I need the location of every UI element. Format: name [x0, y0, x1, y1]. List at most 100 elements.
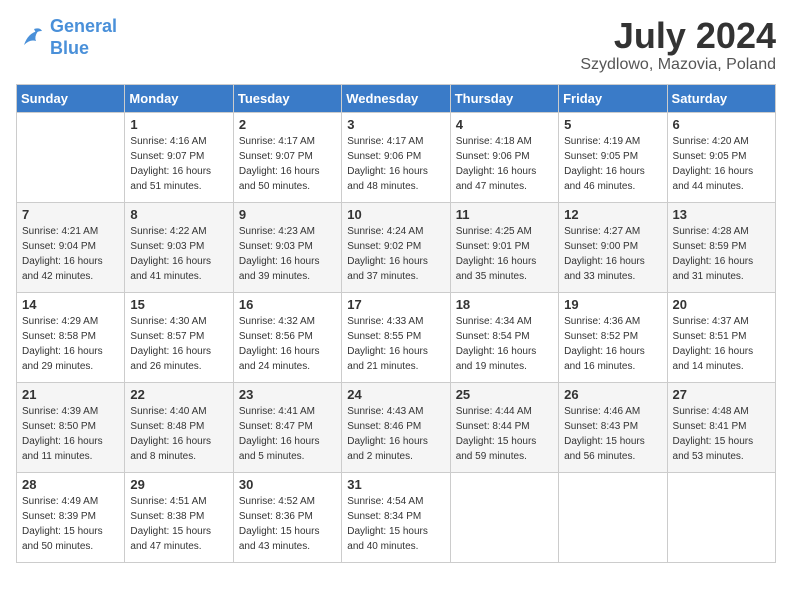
- weekday-header: Friday: [559, 84, 667, 112]
- day-number: 6: [673, 117, 770, 132]
- calendar-cell: 29 Sunrise: 4:51 AMSunset: 8:38 PMDayligh…: [125, 472, 233, 562]
- day-info: Sunrise: 4:36 AMSunset: 8:52 PMDaylight:…: [564, 314, 661, 374]
- day-info: Sunrise: 4:40 AMSunset: 8:48 PMDaylight:…: [130, 404, 227, 464]
- day-number: 21: [22, 387, 119, 402]
- day-number: 11: [456, 207, 553, 222]
- day-info: Sunrise: 4:24 AMSunset: 9:02 PMDaylight:…: [347, 224, 444, 284]
- calendar-body: 1 Sunrise: 4:16 AMSunset: 9:07 PMDaylight…: [17, 112, 776, 562]
- day-number: 10: [347, 207, 444, 222]
- day-number: 24: [347, 387, 444, 402]
- day-info: Sunrise: 4:33 AMSunset: 8:55 PMDaylight:…: [347, 314, 444, 374]
- calendar-cell: 28 Sunrise: 4:49 AMSunset: 8:39 PMDayligh…: [17, 472, 125, 562]
- day-info: Sunrise: 4:41 AMSunset: 8:47 PMDaylight:…: [239, 404, 336, 464]
- calendar-cell: 5 Sunrise: 4:19 AMSunset: 9:05 PMDaylight…: [559, 112, 667, 202]
- day-number: 7: [22, 207, 119, 222]
- logo-text: General Blue: [50, 16, 117, 59]
- day-number: 17: [347, 297, 444, 312]
- calendar-cell: 8 Sunrise: 4:22 AMSunset: 9:03 PMDaylight…: [125, 202, 233, 292]
- day-number: 27: [673, 387, 770, 402]
- day-info: Sunrise: 4:21 AMSunset: 9:04 PMDaylight:…: [22, 224, 119, 284]
- day-info: Sunrise: 4:52 AMSunset: 8:36 PMDaylight:…: [239, 494, 336, 554]
- day-number: 19: [564, 297, 661, 312]
- calendar-cell: [667, 472, 775, 562]
- day-info: Sunrise: 4:19 AMSunset: 9:05 PMDaylight:…: [564, 134, 661, 194]
- calendar-cell: 26 Sunrise: 4:46 AMSunset: 8:43 PMDayligh…: [559, 382, 667, 472]
- day-number: 20: [673, 297, 770, 312]
- calendar-cell: 13 Sunrise: 4:28 AMSunset: 8:59 PMDayligh…: [667, 202, 775, 292]
- calendar-cell: 11 Sunrise: 4:25 AMSunset: 9:01 PMDayligh…: [450, 202, 558, 292]
- day-info: Sunrise: 4:17 AMSunset: 9:07 PMDaylight:…: [239, 134, 336, 194]
- day-number: 9: [239, 207, 336, 222]
- day-number: 23: [239, 387, 336, 402]
- day-number: 18: [456, 297, 553, 312]
- day-number: 29: [130, 477, 227, 492]
- calendar-cell: 18 Sunrise: 4:34 AMSunset: 8:54 PMDayligh…: [450, 292, 558, 382]
- day-info: Sunrise: 4:29 AMSunset: 8:58 PMDaylight:…: [22, 314, 119, 374]
- day-info: Sunrise: 4:27 AMSunset: 9:00 PMDaylight:…: [564, 224, 661, 284]
- month-title: July 2024: [580, 16, 776, 56]
- day-number: 5: [564, 117, 661, 132]
- calendar-cell: 4Sunrise: 4:18 AMSunset: 9:06 PMDaylight…: [450, 112, 558, 202]
- day-info: Sunrise: 4:51 AMSunset: 8:38 PMDaylight:…: [130, 494, 227, 554]
- day-info: Sunrise: 4:34 AMSunset: 8:54 PMDaylight:…: [456, 314, 553, 374]
- calendar-cell: 24 Sunrise: 4:43 AMSunset: 8:46 PMDayligh…: [342, 382, 450, 472]
- calendar-cell: 16 Sunrise: 4:32 AMSunset: 8:56 PMDayligh…: [233, 292, 341, 382]
- day-info: Sunrise: 4:46 AMSunset: 8:43 PMDaylight:…: [564, 404, 661, 464]
- calendar-cell: 20 Sunrise: 4:37 AMSunset: 8:51 PMDayligh…: [667, 292, 775, 382]
- calendar-cell: 19 Sunrise: 4:36 AMSunset: 8:52 PMDayligh…: [559, 292, 667, 382]
- day-number: 30: [239, 477, 336, 492]
- calendar-cell: 6 Sunrise: 4:20 AMSunset: 9:05 PMDaylight…: [667, 112, 775, 202]
- calendar-cell: 22 Sunrise: 4:40 AMSunset: 8:48 PMDayligh…: [125, 382, 233, 472]
- day-number: 1: [130, 117, 227, 132]
- weekday-header: Sunday: [17, 84, 125, 112]
- calendar-cell: 10 Sunrise: 4:24 AMSunset: 9:02 PMDayligh…: [342, 202, 450, 292]
- day-number: 13: [673, 207, 770, 222]
- day-info: Sunrise: 4:54 AMSunset: 8:34 PMDaylight:…: [347, 494, 444, 554]
- day-info: Sunrise: 4:22 AMSunset: 9:03 PMDaylight:…: [130, 224, 227, 284]
- weekday-header: Saturday: [667, 84, 775, 112]
- calendar-cell: 9 Sunrise: 4:23 AMSunset: 9:03 PMDaylight…: [233, 202, 341, 292]
- calendar-cell: 1 Sunrise: 4:16 AMSunset: 9:07 PMDaylight…: [125, 112, 233, 202]
- day-number: 16: [239, 297, 336, 312]
- calendar-cell: [450, 472, 558, 562]
- day-info: Sunrise: 4:20 AMSunset: 9:05 PMDaylight:…: [673, 134, 770, 194]
- day-number: 15: [130, 297, 227, 312]
- calendar-cell: 25Sunrise: 4:44 AMSunset: 8:44 PMDayligh…: [450, 382, 558, 472]
- day-info: Sunrise: 4:18 AMSunset: 9:06 PMDaylight:…: [456, 134, 553, 194]
- day-info: Sunrise: 4:32 AMSunset: 8:56 PMDaylight:…: [239, 314, 336, 374]
- day-info: Sunrise: 4:37 AMSunset: 8:51 PMDaylight:…: [673, 314, 770, 374]
- day-info: Sunrise: 4:16 AMSunset: 9:07 PMDaylight:…: [130, 134, 227, 194]
- day-number: 26: [564, 387, 661, 402]
- calendar-cell: 21Sunrise: 4:39 AMSunset: 8:50 PMDayligh…: [17, 382, 125, 472]
- calendar-cell: 14 Sunrise: 4:29 AMSunset: 8:58 PMDayligh…: [17, 292, 125, 382]
- day-number: 22: [130, 387, 227, 402]
- weekday-header: Thursday: [450, 84, 558, 112]
- logo: General Blue: [16, 16, 117, 59]
- location-title: Szydlowo, Mazovia, Poland: [580, 56, 776, 74]
- title-block: July 2024 Szydlowo, Mazovia, Poland: [580, 16, 776, 74]
- day-info: Sunrise: 4:25 AMSunset: 9:01 PMDaylight:…: [456, 224, 553, 284]
- day-info: Sunrise: 4:28 AMSunset: 8:59 PMDaylight:…: [673, 224, 770, 284]
- day-info: Sunrise: 4:23 AMSunset: 9:03 PMDaylight:…: [239, 224, 336, 284]
- weekday-header: Wednesday: [342, 84, 450, 112]
- day-info: Sunrise: 4:43 AMSunset: 8:46 PMDaylight:…: [347, 404, 444, 464]
- calendar-cell: 27 Sunrise: 4:48 AMSunset: 8:41 PMDayligh…: [667, 382, 775, 472]
- calendar-cell: 3Sunrise: 4:17 AMSunset: 9:06 PMDaylight…: [342, 112, 450, 202]
- day-number: 14: [22, 297, 119, 312]
- day-number: 8: [130, 207, 227, 222]
- calendar-cell: 12 Sunrise: 4:27 AMSunset: 9:00 PMDayligh…: [559, 202, 667, 292]
- calendar-cell: 15Sunrise: 4:30 AMSunset: 8:57 PMDayligh…: [125, 292, 233, 382]
- calendar-table: SundayMondayTuesdayWednesdayThursdayFrid…: [16, 84, 776, 563]
- calendar-header: SundayMondayTuesdayWednesdayThursdayFrid…: [17, 84, 776, 112]
- page-header: General Blue July 2024 Szydlowo, Mazovia…: [16, 16, 776, 74]
- weekday-header: Tuesday: [233, 84, 341, 112]
- day-number: 28: [22, 477, 119, 492]
- day-info: Sunrise: 4:48 AMSunset: 8:41 PMDaylight:…: [673, 404, 770, 464]
- calendar-cell: 30 Sunrise: 4:52 AMSunset: 8:36 PMDayligh…: [233, 472, 341, 562]
- day-number: 2: [239, 117, 336, 132]
- day-info: Sunrise: 4:49 AMSunset: 8:39 PMDaylight:…: [22, 494, 119, 554]
- calendar-cell: [17, 112, 125, 202]
- day-number: 12: [564, 207, 661, 222]
- day-number: 3: [347, 117, 444, 132]
- calendar-cell: 23 Sunrise: 4:41 AMSunset: 8:47 PMDayligh…: [233, 382, 341, 472]
